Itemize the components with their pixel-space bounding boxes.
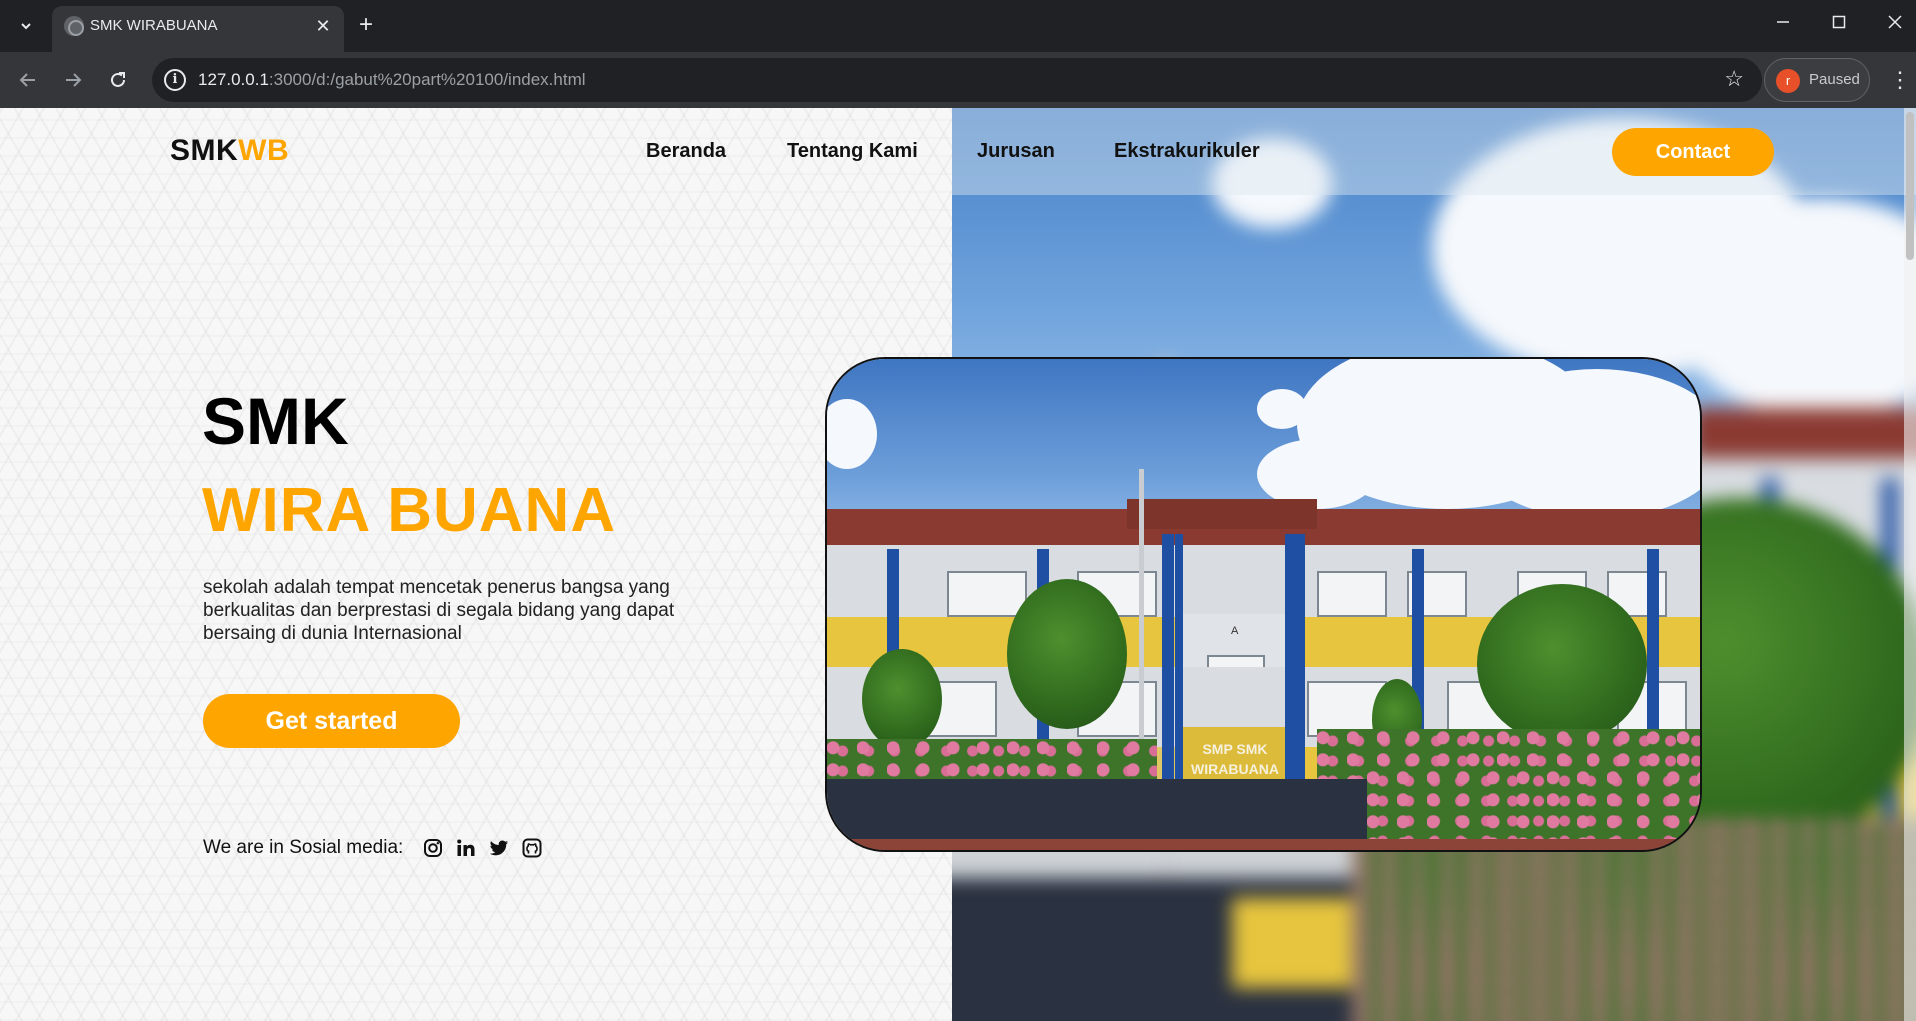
browser-tab-bar: SMK WIRABUANA ✕ + [0, 0, 1916, 52]
profile-status: Paused [1809, 71, 1860, 88]
browser-menu-icon[interactable]: ⋮ [1886, 66, 1914, 94]
school-photo: A SMP SMK WIRABUANA [825, 357, 1702, 852]
linkedin-icon[interactable] [455, 837, 477, 859]
tab-title: SMK WIRABUANA [90, 17, 218, 34]
minimize-icon[interactable] [1768, 12, 1798, 38]
avatar: r [1776, 69, 1800, 93]
globe-icon [64, 16, 84, 36]
back-arrow-icon[interactable] [14, 66, 42, 94]
nav-link-jurusan[interactable]: Jurusan [977, 140, 1055, 163]
tab-close-icon[interactable]: ✕ [312, 15, 334, 37]
new-tab-plus-icon[interactable]: + [352, 12, 380, 40]
maximize-icon[interactable] [1824, 12, 1854, 38]
building-letter: A [1231, 625, 1239, 637]
bookmark-star-icon[interactable]: ☆ [1724, 68, 1744, 90]
background-pattern [0, 108, 952, 1021]
page-viewport: SMKWB Beranda Tentang Kami Jurusan Ekstr… [0, 108, 1916, 1021]
page-scrollbar[interactable] [1904, 108, 1916, 1021]
url-text[interactable]: 127.0.0.1:3000/d:/gabut%20part%20100/ind… [198, 70, 586, 90]
browser-toolbar: i 127.0.0.1:3000/d:/gabut%20part%20100/i… [0, 52, 1916, 108]
get-started-button[interactable]: Get started [203, 694, 460, 748]
twitter-icon[interactable] [488, 837, 510, 859]
profile-button[interactable]: r Paused [1764, 58, 1870, 102]
nav-link-tentang-kami[interactable]: Tentang Kami [787, 140, 918, 163]
address-bar[interactable]: i 127.0.0.1:3000/d:/gabut%20part%20100/i… [152, 58, 1762, 102]
hero-description: sekolah adalah tempat mencetak penerus b… [203, 577, 675, 644]
social-media-row: We are in Sosial media: [203, 836, 543, 860]
hero-title-line1: SMK [202, 384, 349, 458]
tab-search-chevron-icon[interactable] [14, 14, 38, 38]
social-label: We are in Sosial media: [203, 837, 404, 858]
scrollbar-thumb[interactable] [1906, 112, 1914, 260]
hero-title-line2: WIRA BUANA [202, 476, 617, 545]
close-window-icon[interactable] [1880, 12, 1910, 38]
nav-link-beranda[interactable]: Beranda [646, 140, 726, 163]
nav-link-ekstrakurikuler[interactable]: Ekstrakurikuler [1114, 140, 1260, 163]
school-signage: SMP SMK WIRABUANA [1191, 741, 1279, 777]
reload-icon[interactable] [104, 66, 132, 94]
forward-arrow-icon[interactable] [59, 66, 87, 94]
contact-button[interactable]: Contact [1612, 128, 1774, 176]
site-info-icon[interactable]: i [164, 69, 186, 91]
browser-tab-active[interactable]: SMK WIRABUANA ✕ [52, 6, 344, 52]
github-icon[interactable] [521, 837, 543, 859]
site-navbar: SMKWB Beranda Tentang Kami Jurusan Ekstr… [0, 108, 1916, 195]
instagram-icon[interactable] [422, 837, 444, 859]
site-logo[interactable]: SMKWB [170, 134, 289, 168]
